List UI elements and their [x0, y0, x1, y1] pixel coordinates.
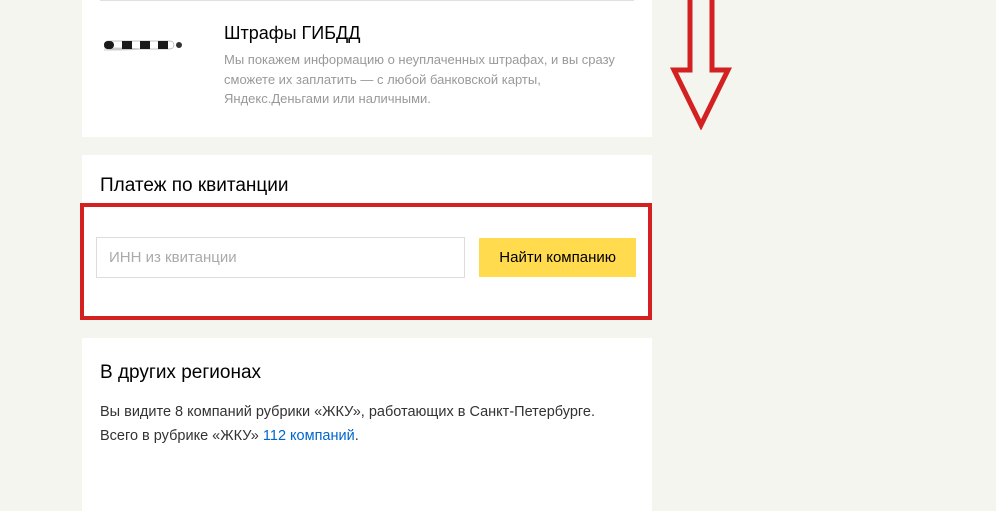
regions-title: В других регионах — [100, 362, 634, 384]
regions-line1: Вы видите 8 компаний рубрики «ЖКУ», рабо… — [100, 404, 595, 420]
regions-text: Вы видите 8 компаний рубрики «ЖКУ», рабо… — [100, 400, 634, 449]
fines-description: Мы покажем информацию о неуплаченных штр… — [224, 50, 634, 109]
payment-title: Платеж по квитанции — [100, 175, 652, 197]
fines-content: Штрафы ГИБДД Мы покажем информацию о неу… — [100, 23, 634, 109]
regions-line2-prefix: Всего в рубрике «ЖКУ» — [100, 428, 263, 444]
highlight-annotation: Найти компанию — [80, 203, 652, 320]
inn-input[interactable] — [96, 237, 465, 278]
fines-title: Штрафы ГИБДД — [224, 23, 634, 44]
companies-link[interactable]: 112 компаний — [263, 428, 355, 444]
police-baton-icon — [104, 35, 184, 55]
fines-card[interactable]: Штрафы ГИБДД Мы покажем информацию о неу… — [82, 0, 652, 137]
payment-card: Платеж по квитанции Найти компанию — [82, 155, 652, 320]
divider — [100, 0, 634, 1]
find-company-button[interactable]: Найти компанию — [479, 238, 636, 277]
regions-card: В других регионах Вы видите 8 компаний р… — [82, 338, 652, 511]
arrow-down-annotation-icon — [670, 0, 732, 130]
regions-period: . — [355, 428, 359, 444]
